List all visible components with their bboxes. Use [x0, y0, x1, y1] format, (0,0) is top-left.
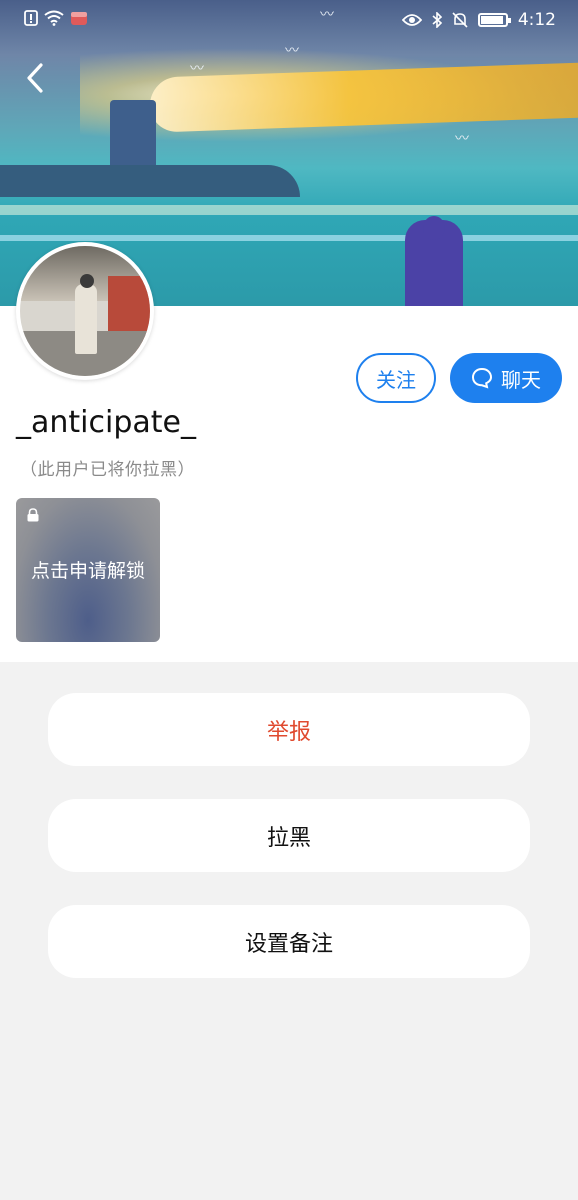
set-remark-button[interactable]: 设置备注 — [48, 905, 530, 978]
chat-button[interactable]: 聊天 — [450, 353, 562, 403]
cover-wave — [0, 205, 578, 215]
lock-icon — [27, 508, 39, 522]
cover-wave — [0, 235, 578, 241]
avatar[interactable] — [16, 242, 154, 380]
mute-icon — [452, 12, 468, 28]
unlock-request-label: 点击申请解锁 — [30, 560, 145, 582]
status-right: 4:12 — [401, 10, 556, 30]
follow-button[interactable]: 关注 — [356, 353, 436, 403]
chevron-left-icon — [27, 63, 43, 93]
alert-icon — [24, 10, 38, 26]
bird-icon: 〰 — [190, 61, 204, 77]
locked-content-tile[interactable]: 点击申请解锁 — [16, 498, 160, 642]
eye-icon — [401, 14, 422, 26]
battery-icon — [477, 13, 511, 27]
chat-button-label: 聊天 — [501, 367, 541, 392]
back-button[interactable] — [24, 62, 56, 98]
chat-bubble-icon — [471, 367, 493, 389]
username: _anticipate_ — [16, 405, 196, 440]
cover-shoreline — [0, 165, 300, 197]
wifi-icon — [44, 10, 64, 26]
app-notification-icon — [71, 12, 87, 25]
status-bar: 4:12 — [0, 0, 578, 44]
cover-figure — [405, 216, 463, 306]
status-time: 4:12 — [517, 10, 556, 30]
block-button[interactable]: 拉黑 — [48, 799, 530, 872]
bird-icon: 〰 — [455, 131, 469, 147]
report-button[interactable]: 举报 — [48, 693, 530, 766]
action-list: 举报 拉黑 设置备注 — [48, 693, 530, 1011]
status-left — [24, 10, 88, 26]
bluetooth-icon — [432, 12, 442, 28]
blocked-note: （此用户已将你拉黑） — [20, 460, 195, 480]
